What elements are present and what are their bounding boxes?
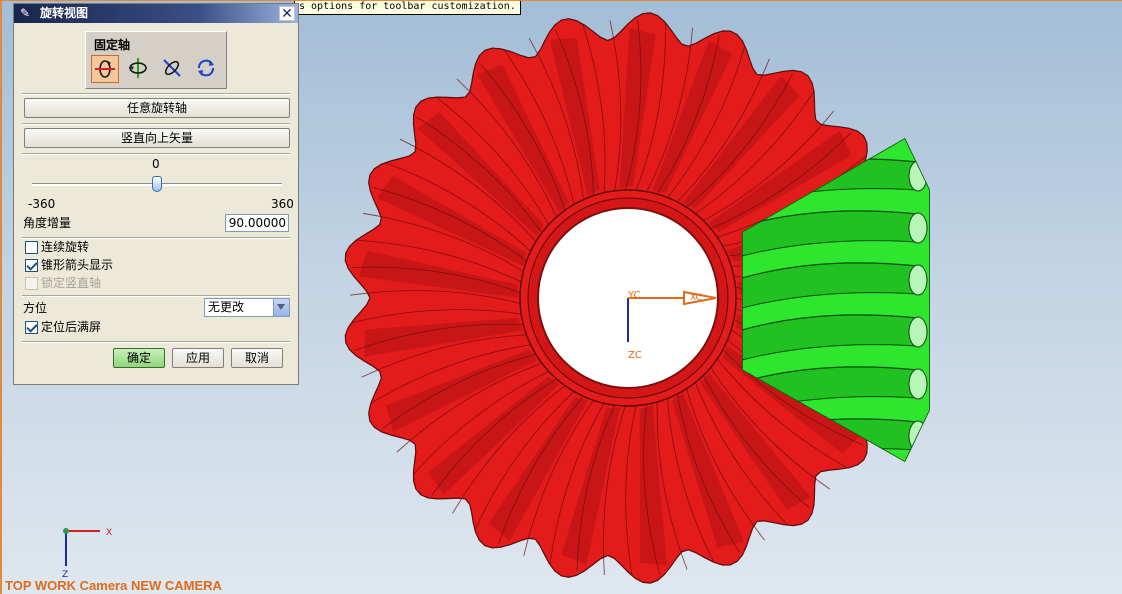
- apply-button[interactable]: 应用: [172, 348, 224, 368]
- dialog-title: 旋转视图: [40, 6, 89, 20]
- rotate-y-axis-icon[interactable]: [125, 55, 153, 83]
- triad-z-label: ZC: [628, 350, 642, 361]
- continuous-rotate-label: 连续旋转: [41, 240, 90, 254]
- orientation-label: 方位: [23, 301, 48, 315]
- cone-arrow-checkbox[interactable]: [25, 259, 38, 272]
- fixed-axis-group: 固定轴: [85, 31, 227, 89]
- rotate-z-axis-icon[interactable]: [159, 55, 187, 83]
- fit-after-orient-checkbox[interactable]: [25, 321, 38, 334]
- fit-after-orient-label: 定位后满屏: [41, 320, 102, 334]
- angle-slider-thumb[interactable]: [152, 176, 162, 192]
- separator: [22, 153, 290, 155]
- ok-button[interactable]: 确定: [113, 348, 165, 368]
- angle-increment-input[interactable]: [225, 214, 289, 232]
- chevron-down-icon[interactable]: [273, 299, 289, 316]
- pin-icon[interactable]: ✎: [20, 6, 34, 20]
- triad-x-label: XC: [690, 293, 702, 303]
- camera-label: TOP WORK Camera NEW CAMERA: [5, 578, 222, 593]
- toolbar-tooltip: s options for toolbar customization.: [294, 0, 521, 15]
- triad-y-label: YC: [627, 290, 641, 301]
- corner-x-label: X: [106, 528, 112, 538]
- separator: [22, 295, 290, 297]
- dialog-title-bar[interactable]: ✎ 旋转视图 ✕: [14, 4, 298, 23]
- continuous-rotate-checkbox[interactable]: [25, 241, 38, 254]
- separator: [22, 93, 290, 95]
- cancel-button[interactable]: 取消: [231, 348, 283, 368]
- arbitrary-axis-button[interactable]: 任意旋转轴: [24, 98, 290, 118]
- orientation-select[interactable]: 无更改: [204, 298, 290, 317]
- rotate-x-axis-icon[interactable]: [91, 55, 119, 83]
- fixed-axis-label: 固定轴: [94, 38, 131, 52]
- separator: [22, 237, 290, 239]
- lock-vertical-axis-label: 锁定竖直轴: [41, 276, 102, 290]
- slider-min-label: -360: [28, 197, 56, 211]
- close-button[interactable]: ✕: [279, 6, 295, 21]
- separator: [22, 123, 290, 125]
- lock-vertical-axis-checkbox[interactable]: [25, 277, 38, 290]
- orientation-value: 无更改: [208, 300, 245, 314]
- separator: [22, 341, 290, 343]
- slider-value-label: 0: [152, 157, 160, 171]
- cone-arrow-label: 锥形箭头显示: [41, 258, 114, 272]
- free-rotate-icon[interactable]: [193, 55, 221, 83]
- rotate-view-dialog: ✎ 旋转视图 ✕ 固定轴 任意旋转轴 竖直向上矢量 0 -360 360 角度增…: [13, 3, 299, 385]
- vertical-up-vector-button[interactable]: 竖直向上矢量: [24, 128, 290, 148]
- angle-increment-label: 角度增量: [23, 216, 72, 230]
- slider-max-label: 360: [271, 197, 294, 211]
- view-triad: X Z: [62, 528, 112, 580]
